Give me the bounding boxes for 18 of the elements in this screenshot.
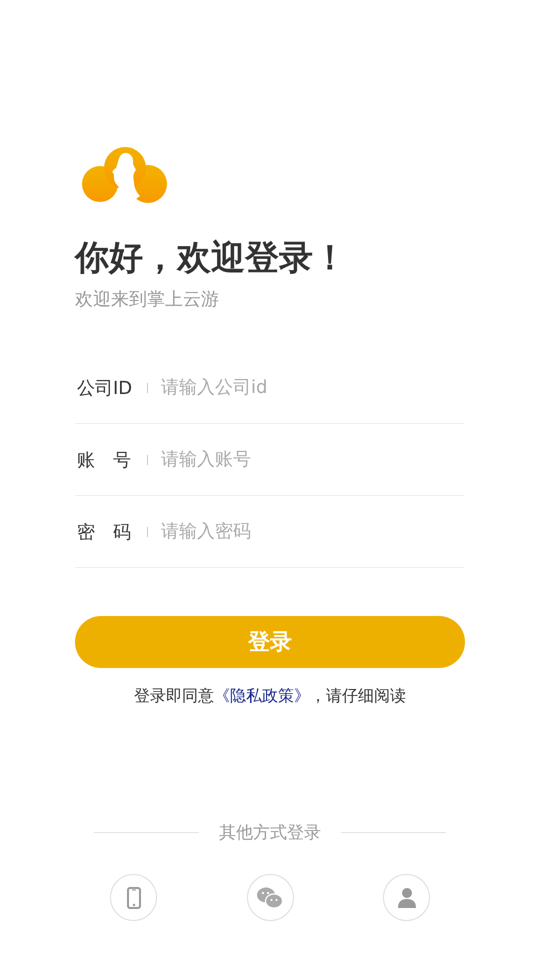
field-label: 公司ID xyxy=(76,376,134,400)
phone-login-button[interactable] xyxy=(110,874,157,921)
field-label: 密 码 xyxy=(76,520,132,544)
wechat-icon xyxy=(257,886,283,908)
cloud-logo-icon xyxy=(82,146,168,206)
input-field[interactable]: 请输入账号 xyxy=(161,444,464,474)
phone-icon xyxy=(126,886,140,908)
welcome-subtitle: 欢迎来到掌上云游 xyxy=(75,288,220,312)
user-icon xyxy=(398,888,416,908)
privacy-policy-link[interactable]: 《隐私政策》 xyxy=(214,686,310,705)
welcome-title: 你好，欢迎登录！ xyxy=(75,237,348,280)
input-field[interactable]: 请输入密码 xyxy=(161,516,464,546)
account-login-button[interactable] xyxy=(383,874,430,921)
field-label: 账 号 xyxy=(76,448,132,472)
input-field[interactable]: 请输入公司id xyxy=(161,372,464,402)
other-login-title: 其他方式登录 xyxy=(219,822,321,844)
agreement-text: 登录即同意《隐私政策》，请仔细阅读 xyxy=(134,686,406,705)
wechat-login-button[interactable] xyxy=(246,874,294,921)
